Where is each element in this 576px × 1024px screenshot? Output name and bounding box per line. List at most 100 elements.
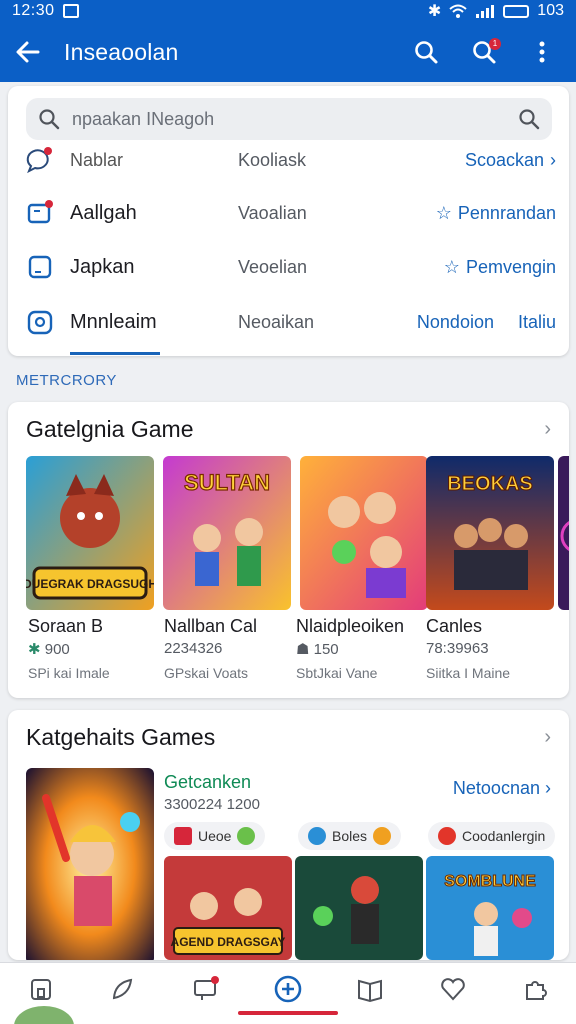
chip-icon [174,827,192,845]
search-button[interactable] [406,32,446,72]
featured-action[interactable]: Netoocnan › [453,778,551,799]
chip-coodanlergin[interactable]: Coodanlergin [428,822,556,850]
page-icon [28,255,52,279]
camera-icon [27,310,53,335]
category-card: Gatelgnia Game › DUEGRAK DRAGSUGH SULTAN… [8,402,569,698]
chevron-right-icon: › [545,778,551,798]
game-tile-3[interactable] [300,456,428,610]
menu-action[interactable]: Nondoion Italiu [388,312,556,333]
game-art [295,856,423,960]
rating-icon: ✱ [28,641,45,658]
game-subtitle: GPskai Voats [164,665,249,681]
menu-name: Nablar [70,149,124,170]
game-art: AGEND DRAGSGAY [164,856,292,960]
menu-action[interactable]: ☆ Pemvengin [388,257,556,278]
tile-logo: SULTAN [184,470,270,495]
game-name[interactable]: Canles [426,616,482,637]
menu-card: npaakan INeagoh Nablar Kooliask Scoackan… [8,86,569,356]
chevron-right-icon[interactable]: › [544,418,551,441]
game-tile-1[interactable]: DUEGRAK DRAGSUGH [26,456,154,610]
wifi-icon [449,4,467,18]
chip-icon [308,827,326,845]
nav-favorites[interactable] [431,967,475,1011]
game-art: SOMBLUNE [426,856,554,960]
game-art: DUEGRAK DRAGSUGH [26,456,154,610]
game-tile-4[interactable]: BEOKAS [426,456,554,610]
game-rating: ☗ 150 [296,641,339,658]
app-bar: Inseaoolan 1 [0,22,576,82]
bluetooth-icon: ✱ [427,3,442,20]
battery-icon [503,4,530,18]
featured-game-art[interactable] [26,768,154,960]
featured-thumb-3[interactable]: SOMBLUNE [426,856,554,960]
nav-messages[interactable] [184,967,228,1011]
menu-row-mnnleaim[interactable]: Mnnleaim Neoaikan Nondoion Italiu [26,308,556,336]
game-art [558,456,569,610]
menu-row-aallgah[interactable]: Aallgah Vaoalian ☆ Pennrandan [26,199,556,227]
heart-icon [440,977,465,1000]
featured-title: Katgehaits Games [26,724,216,750]
game-name[interactable]: Soraan B [28,616,103,637]
game-art [300,456,428,610]
tile-logo: DUEGRAK DRAGSUGH [26,577,154,591]
tile-logo: BEOKAS [447,473,533,495]
book-icon [358,979,383,1002]
notifications-search-button[interactable]: 1 [464,32,504,72]
page-title: Inseaoolan [64,38,179,65]
tile-logo: SOMBLUNE [444,873,536,890]
nav-profile[interactable] [513,967,557,1011]
search-input[interactable]: npaakan INeagoh [72,109,518,130]
status-bar: 12:30 ✱ 103 [0,0,576,22]
menu-name: Japkan [70,255,135,278]
folder-icon [27,200,53,224]
game-subtitle: Siitka I Maine [426,665,511,681]
clock: 12:30 [12,2,55,19]
nav-add[interactable] [266,967,310,1011]
chat-icon [26,147,52,174]
notification-icon [62,4,79,18]
chip-character-icon [237,827,256,845]
menu-action[interactable]: ☆ Pennrandan [388,203,556,224]
search-submit-icon[interactable] [518,108,540,130]
menu-action[interactable]: Scoackan › [388,150,556,171]
featured-thumb-1[interactable]: AGEND DRAGSGAY [164,856,292,960]
game-name[interactable]: Nlaidpleoiken [296,616,404,637]
game-rating: 78:39963 [426,640,489,657]
chip-ueoe[interactable]: Ueoe [164,822,266,850]
chevron-right-icon[interactable]: › [544,726,551,749]
hero-art [26,768,154,960]
game-tile-2[interactable]: SULTAN [163,456,291,610]
game-subtitle: SbtJkai Vane [296,665,378,681]
chip-boles[interactable]: Boles [298,822,402,850]
puzzle-icon [525,980,547,1000]
menu-row-nablar[interactable]: Nablar Kooliask Scoackan › [26,146,556,174]
game-name[interactable]: Nallban Cal [164,616,257,637]
more-options-button[interactable] [522,32,562,72]
rating-icon: ☗ [296,641,314,658]
nav-active-indicator [238,1011,338,1015]
game-subtitle: SPi kai Imale [28,665,110,681]
search-field[interactable]: npaakan INeagoh [26,98,552,140]
game-rating: 2234326 [164,640,223,657]
menu-name: Mnnleaim [70,310,157,333]
featured-item-title[interactable]: Getcanken [164,772,251,793]
search-icon [39,109,60,130]
featured-thumb-2[interactable] [295,856,423,960]
add-circle-icon [274,975,302,1002]
game-tile-peek[interactable] [558,456,569,610]
chip-character-icon [373,827,392,845]
nav-home[interactable] [19,967,63,1011]
menu-row-japkan[interactable]: Japkan Veoelian ☆ Pemvengin [26,253,556,281]
nav-library[interactable] [348,967,392,1011]
menu-sub: Neoaikan [238,311,315,332]
notification-badge: 1 [489,38,501,50]
back-arrow-icon[interactable] [14,38,42,66]
featured-card: Katgehaits Games › Getcanken 3300224 120… [8,710,569,960]
menu-name: Aallgah [70,201,137,224]
nav-explore[interactable] [101,967,145,1011]
signal-icon [476,5,495,18]
leaf-icon [113,978,133,999]
message-icon [193,975,219,1000]
menu-action-secondary[interactable]: Italiu [518,312,556,333]
tile-logo: AGEND DRAGSGAY [171,935,286,949]
